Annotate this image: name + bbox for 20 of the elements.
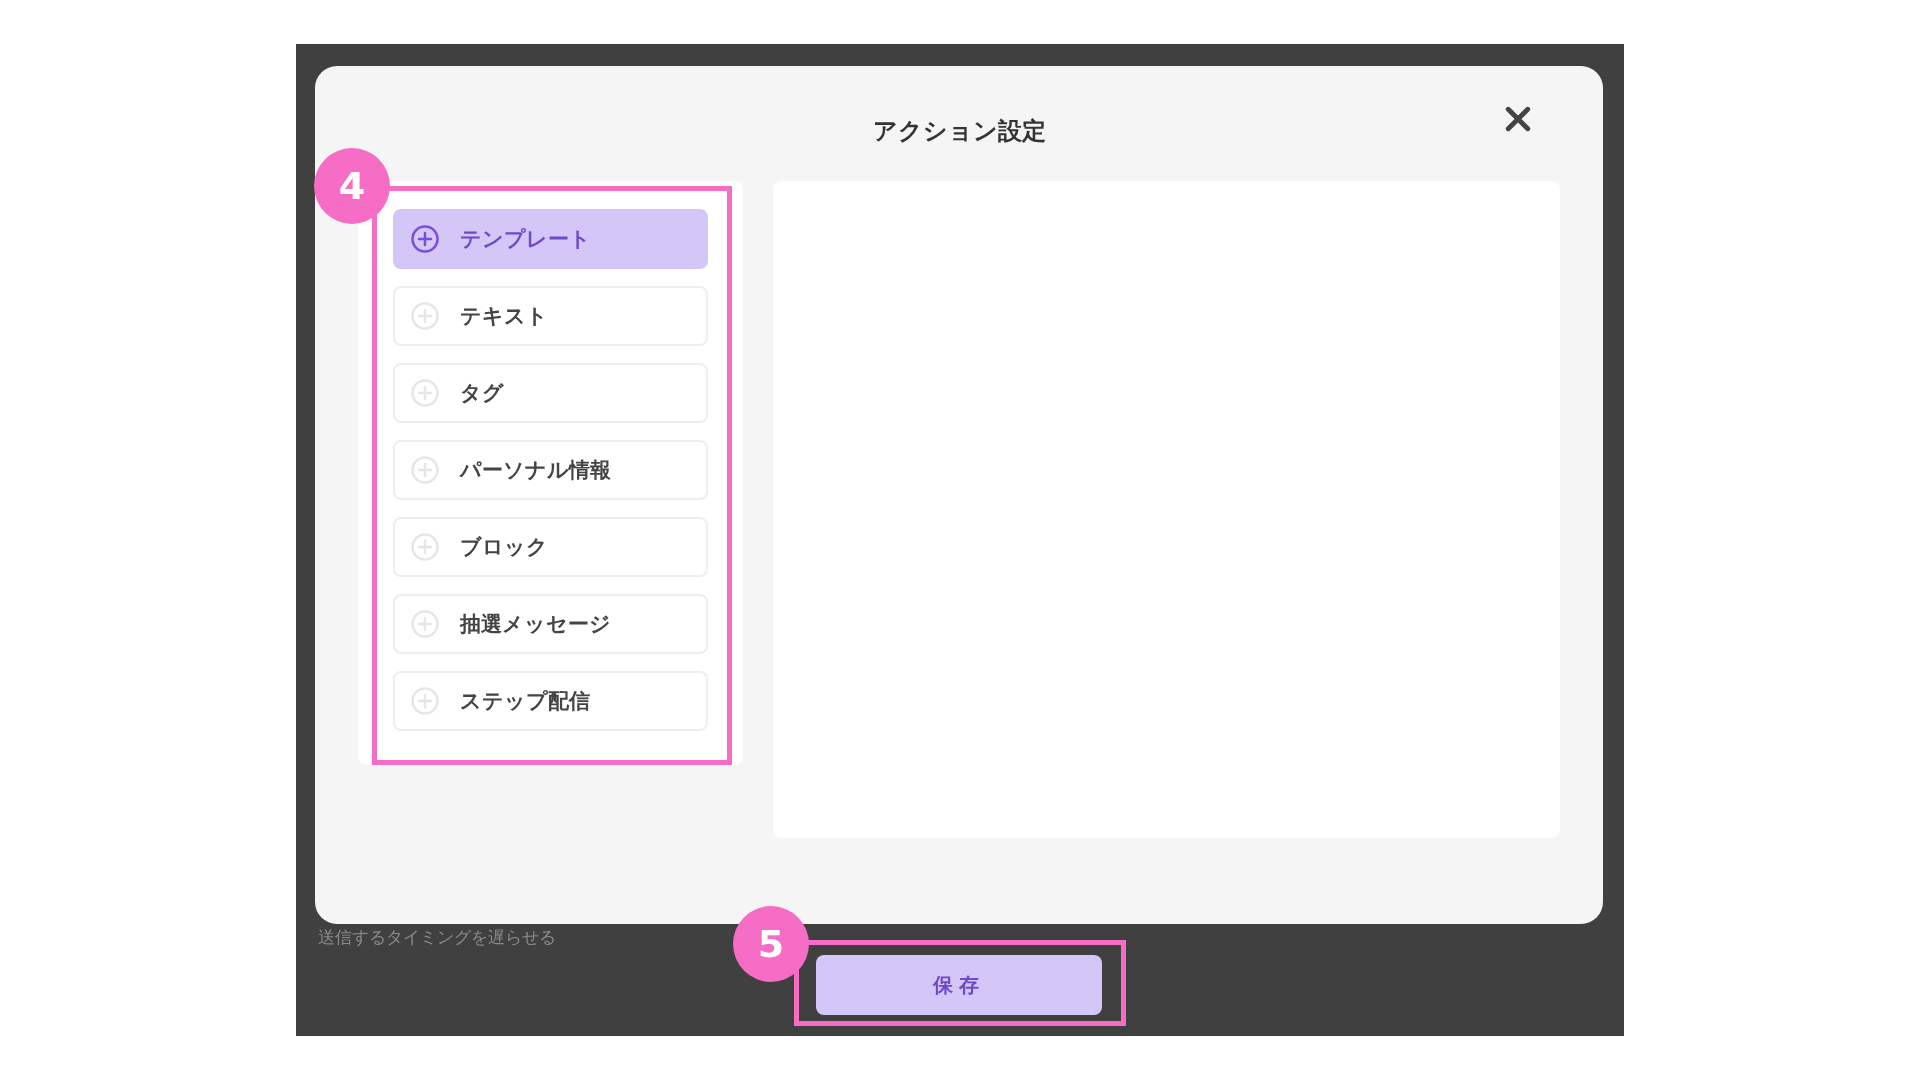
- save-button[interactable]: 保存: [816, 955, 1102, 1015]
- action-type-item[interactable]: テキスト: [393, 286, 708, 346]
- step-badge: 5: [733, 906, 809, 982]
- modal-title: アクション設定: [872, 116, 1046, 147]
- action-type-item[interactable]: パーソナル情報: [393, 440, 708, 500]
- plus-circle-icon: [410, 378, 440, 408]
- plus-circle-icon: [410, 301, 440, 331]
- action-type-item[interactable]: 抽選メッセージ: [393, 594, 708, 654]
- plus-circle-icon: [410, 686, 440, 716]
- background-text: 送信するタイミングを遅らせる: [318, 926, 556, 949]
- action-type-item[interactable]: タグ: [393, 363, 708, 423]
- close-icon[interactable]: [1505, 106, 1531, 132]
- plus-circle-icon: [410, 609, 440, 639]
- plus-circle-icon: [410, 455, 440, 485]
- step-badge: 4: [314, 148, 390, 224]
- action-type-item[interactable]: ブロック: [393, 517, 708, 577]
- action-type-item[interactable]: テンプレート: [393, 209, 708, 269]
- plus-circle-icon: [410, 224, 440, 254]
- plus-circle-icon: [410, 532, 440, 562]
- action-type-item[interactable]: ステップ配信: [393, 671, 708, 731]
